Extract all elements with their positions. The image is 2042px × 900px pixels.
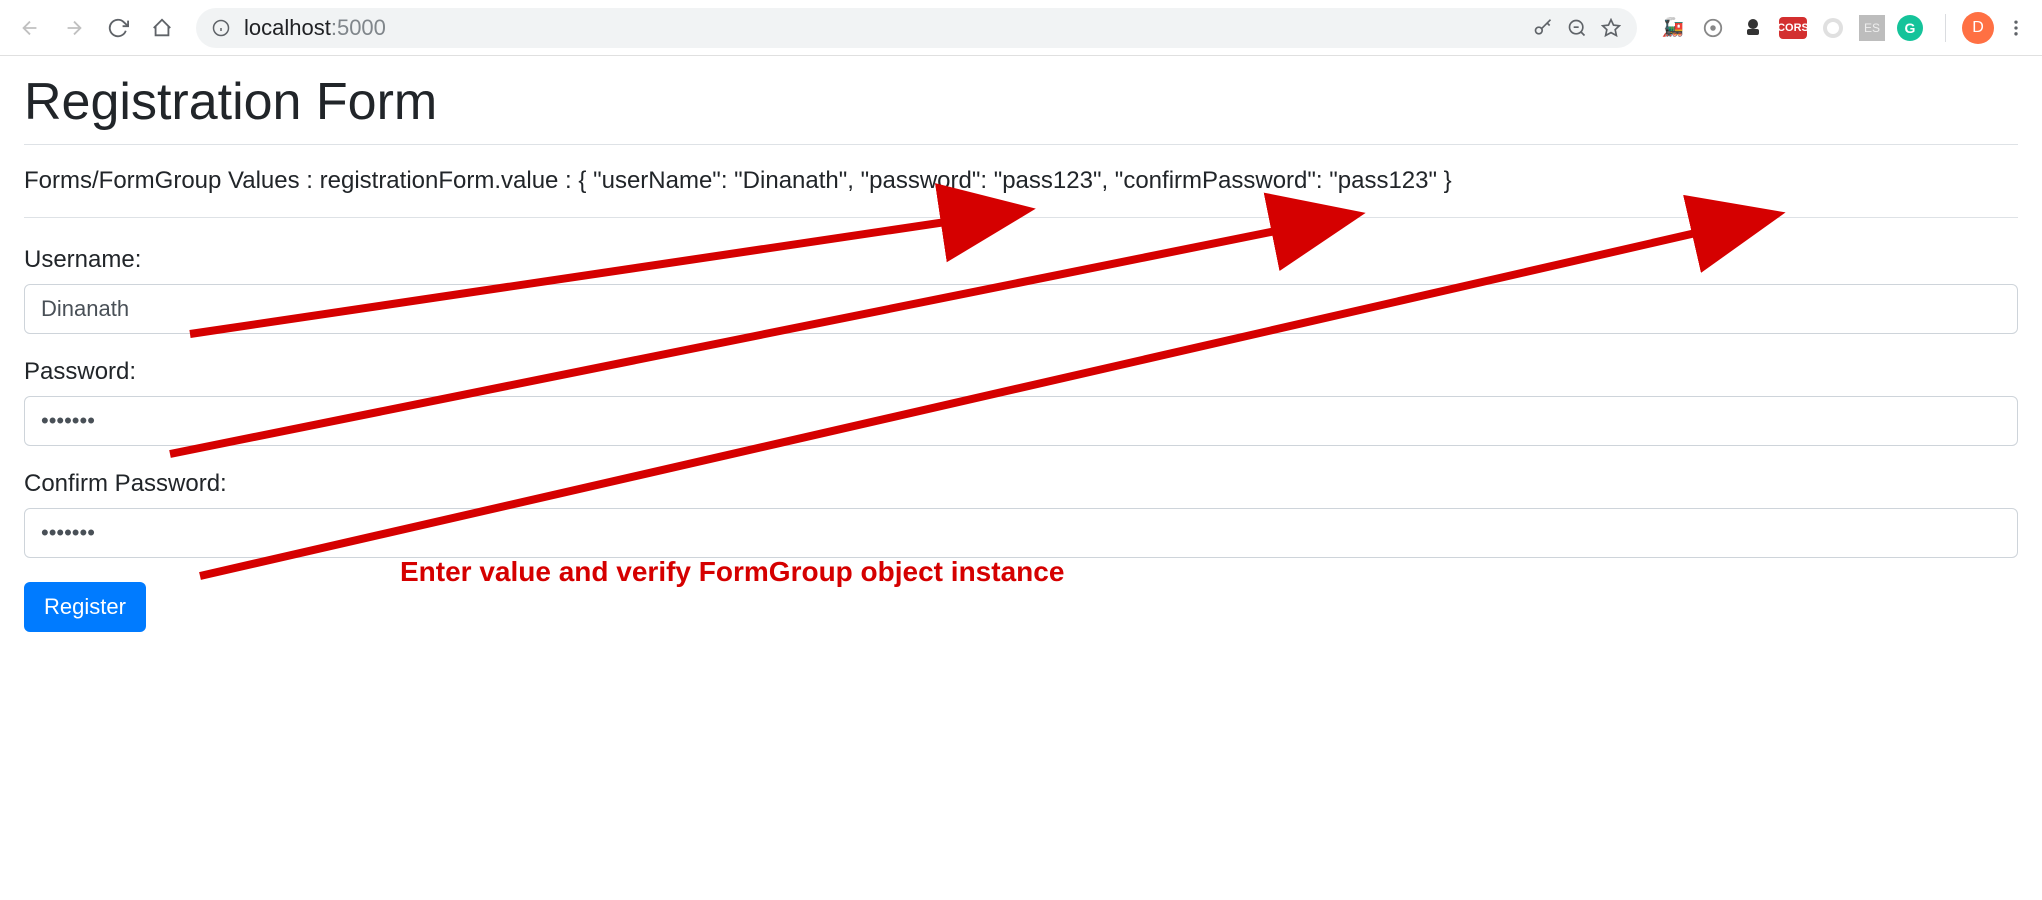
password-input[interactable] [24,396,2018,446]
password-group: Password: [24,358,2018,446]
password-label: Password: [24,358,2018,386]
zoom-out-icon[interactable] [1567,18,1587,38]
home-icon [151,17,173,39]
star-icon[interactable] [1601,18,1621,38]
username-label: Username: [24,246,2018,274]
register-button[interactable]: Register [24,582,146,632]
reload-icon [107,17,129,39]
key-icon[interactable] [1533,18,1553,38]
url-text: localhost:5000 [244,15,1519,41]
browser-menu-button[interactable] [2002,18,2030,38]
back-button[interactable] [12,10,48,46]
confirm-password-group: Confirm Password: [24,470,2018,558]
annotation-text: Enter value and verify FormGroup object … [400,556,1064,588]
profile-avatar[interactable]: D [1962,12,1994,44]
extension-icon-2[interactable] [1699,14,1727,42]
es-extension-icon[interactable]: ES [1859,15,1885,41]
page-content: Registration Form Forms/FormGroup Values… [0,56,2042,648]
username-group: Username: [24,246,2018,334]
page-title: Registration Form [24,72,2018,145]
toolbar-divider [1945,14,1946,42]
username-input[interactable] [24,284,2018,334]
grammarly-extension-icon[interactable]: G [1897,15,1923,41]
home-button[interactable] [144,10,180,46]
arrow-left-icon [19,17,41,39]
browser-toolbar: localhost:5000 🚂 CORS ES G D [0,0,2042,56]
confirm-password-input[interactable] [24,508,2018,558]
url-host: localhost [244,15,331,40]
cors-extension-icon[interactable]: CORS [1779,17,1807,39]
extension-icon-3[interactable] [1739,14,1767,42]
address-bar-actions [1533,18,1621,38]
forward-button[interactable] [56,10,92,46]
confirm-password-label: Confirm Password: [24,470,2018,498]
url-port: :5000 [331,15,386,40]
kebab-icon [2006,18,2026,38]
formgroup-values-output: Forms/FormGroup Values : registrationFor… [24,167,2018,218]
extension-icon-5[interactable] [1819,14,1847,42]
reload-button[interactable] [100,10,136,46]
arrow-right-icon [63,17,85,39]
info-icon[interactable] [212,19,230,37]
extension-icon-1[interactable]: 🚂 [1659,14,1687,42]
address-bar[interactable]: localhost:5000 [196,8,1637,48]
extensions-area: 🚂 CORS ES G [1653,14,1929,42]
